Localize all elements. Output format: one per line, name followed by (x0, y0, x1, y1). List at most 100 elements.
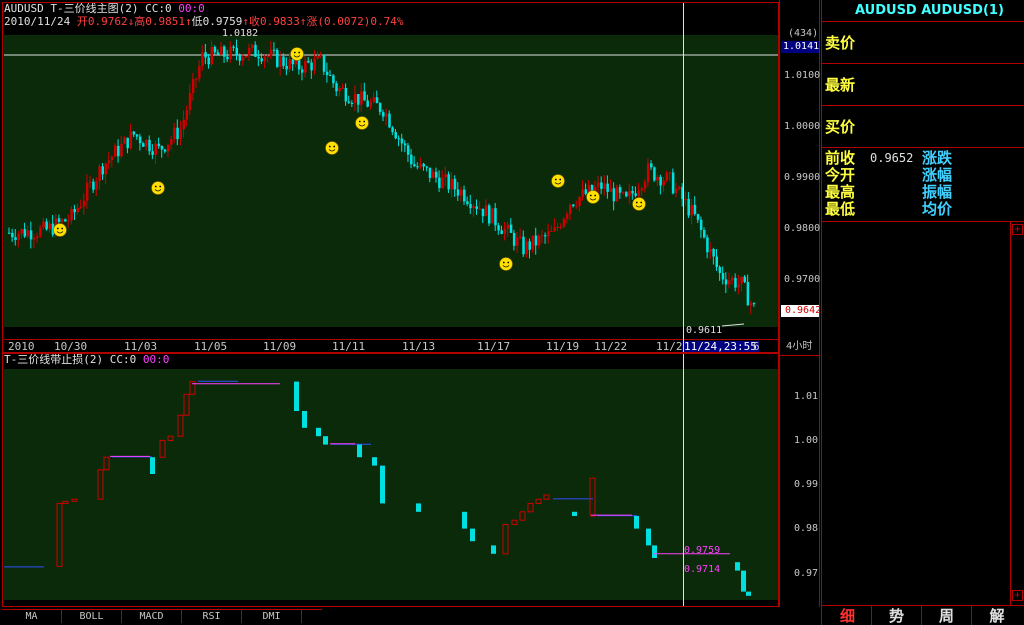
tab-dmi[interactable]: DMI (242, 610, 302, 623)
candle-body (397, 138, 401, 140)
candle-body (20, 229, 23, 234)
candle-body (382, 112, 385, 117)
candle-body (447, 174, 450, 190)
tab-detail[interactable]: 细 (824, 606, 872, 625)
candle-body (562, 218, 566, 227)
candle-body (450, 178, 454, 190)
candle-body (684, 198, 687, 200)
candle-body (126, 137, 129, 149)
sub-brick (198, 380, 238, 382)
candle-body (160, 145, 164, 150)
candle-body (547, 231, 550, 237)
main-chart-svg: 0.9611 1.0182 (4, 28, 778, 336)
crosshair-vertical (683, 2, 684, 606)
scroll-down-icon[interactable]: + (1012, 590, 1023, 601)
low-marker-label: 0.9611 (686, 325, 722, 336)
tab-rsi[interactable]: RSI (182, 610, 242, 623)
x-date: 11/2 (656, 340, 683, 353)
candle-body (597, 182, 600, 187)
candle-body (534, 235, 538, 246)
tab-week[interactable]: 周 (922, 606, 972, 625)
candle-body (257, 56, 260, 59)
x-date: 11/09 (263, 340, 297, 353)
candle-body (263, 56, 267, 62)
smiley-icon (325, 141, 339, 155)
tab-ma[interactable]: MA (2, 610, 62, 623)
candle-body (650, 163, 653, 168)
candle-body (712, 249, 715, 257)
sub-brick (103, 456, 110, 471)
candle-body (699, 219, 703, 231)
candle-body (609, 188, 613, 192)
sub-brick (535, 498, 542, 504)
candle-body (696, 214, 700, 220)
candle-body (45, 221, 48, 230)
candle-body (85, 182, 89, 201)
candle-body (410, 154, 413, 165)
candle-body (497, 225, 500, 231)
candle-body (634, 193, 637, 196)
candle-body (731, 277, 734, 281)
avg-label: 均价 (922, 200, 953, 218)
candle-body (469, 203, 472, 209)
candle-body (475, 206, 479, 210)
candle-body (737, 283, 740, 288)
candle-body (441, 177, 444, 189)
y-count: (434) (788, 28, 819, 39)
candle-body (107, 160, 111, 164)
sub-brick (302, 411, 307, 428)
candle-body (459, 189, 463, 196)
candle-body (241, 57, 245, 61)
candle-body (540, 235, 544, 237)
candle-body (400, 138, 404, 144)
candle-body (113, 145, 117, 157)
candle-body (740, 276, 743, 284)
candle-body (703, 230, 706, 238)
candle-body (145, 139, 148, 147)
candle-body (512, 232, 516, 246)
candle-body (746, 281, 750, 306)
sub-y-tick: 1.00 (794, 435, 819, 446)
candle-body (176, 127, 179, 140)
sell-label: 卖价 (825, 34, 856, 52)
tab-explain[interactable]: 解 (972, 606, 1022, 625)
candle-body (715, 256, 718, 268)
candle-body (251, 44, 254, 49)
candle-body (662, 180, 666, 186)
candle-body (14, 237, 17, 240)
candle-body (17, 233, 20, 240)
candle-body (615, 187, 619, 202)
candle-body (64, 219, 67, 222)
sub-brick (62, 500, 69, 504)
candle-body (618, 187, 622, 193)
candle-body (123, 137, 126, 144)
candle-body (556, 227, 560, 229)
prev-close-value: 0.9652 (870, 151, 914, 165)
candle-body (191, 78, 195, 93)
candle-body (478, 208, 482, 210)
candle-body (322, 54, 326, 72)
candle-body (232, 46, 235, 48)
candle-body (727, 280, 731, 285)
candle-body (42, 221, 45, 228)
candle-body (687, 198, 690, 216)
candle-body (519, 236, 522, 238)
candle-body (316, 55, 320, 59)
sub-brick (183, 393, 190, 416)
tab-boll[interactable]: BOLL (62, 610, 122, 623)
sub-y-axis: 1.01 1.00 0.99 0.98 0.97 (779, 355, 820, 607)
candle-body (39, 227, 42, 237)
candle-body (8, 232, 11, 234)
tab-trend[interactable]: 势 (872, 606, 922, 625)
smiley-icon (355, 116, 369, 130)
sell-row: 卖价 (822, 22, 1024, 64)
smiley-icon (151, 181, 165, 195)
candle-body (575, 205, 578, 207)
tab-macd[interactable]: MACD (122, 610, 182, 623)
candle-body (406, 145, 410, 155)
candle-body (23, 229, 27, 237)
candle-body (329, 75, 332, 77)
candle-body (631, 191, 634, 194)
scroll-up-icon[interactable]: + (1012, 224, 1023, 235)
panel-scrollbar[interactable]: + + (1010, 222, 1024, 605)
